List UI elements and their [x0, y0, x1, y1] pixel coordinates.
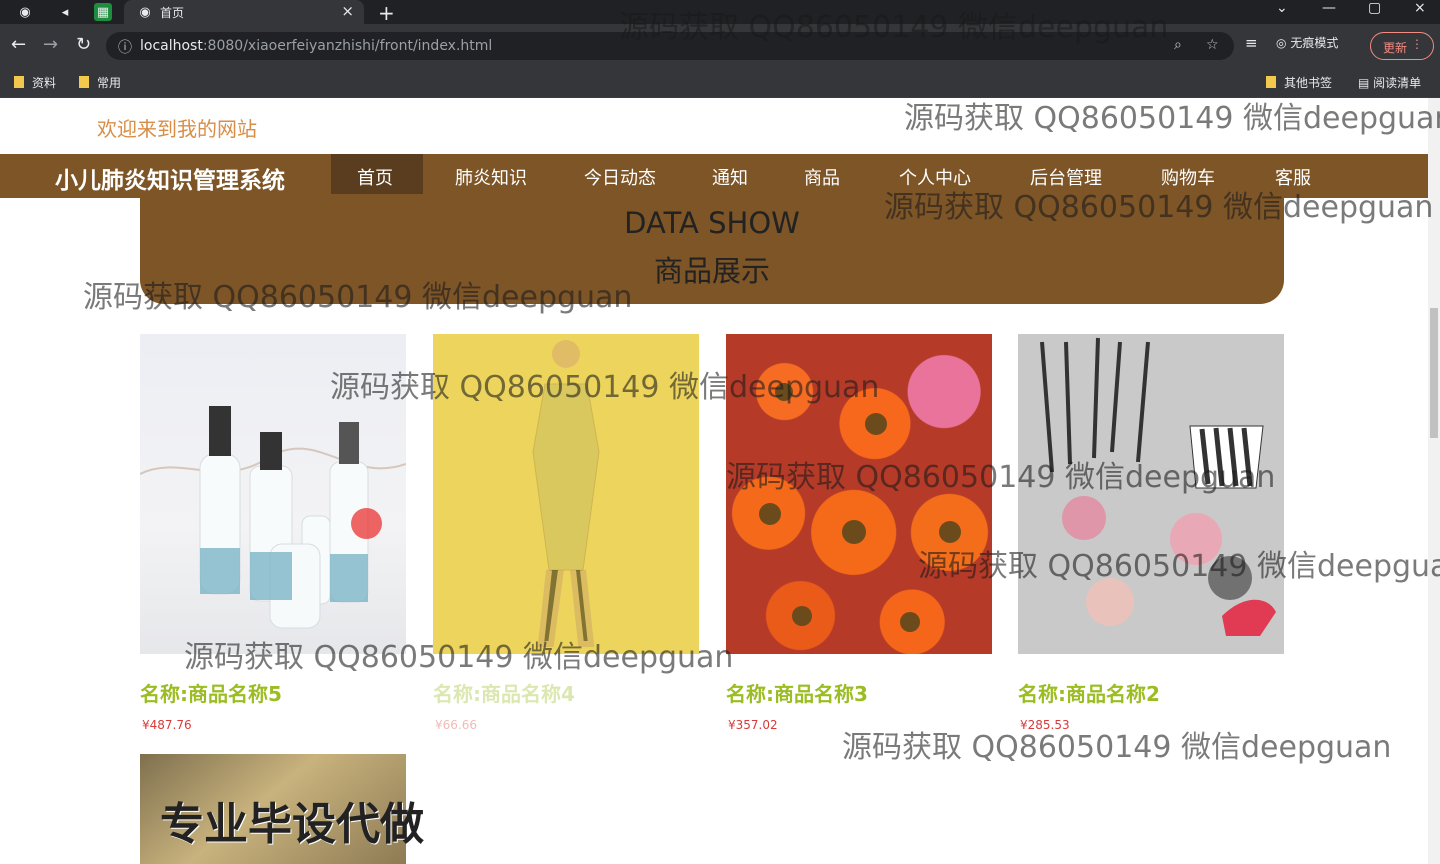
nav-pneumonia-knowledge[interactable]: 肺炎知识	[455, 164, 527, 190]
tab-title: 首页	[160, 6, 185, 20]
tab-search-icon[interactable]: ⌄	[1276, 0, 1288, 16]
welcome-message: 欢迎来到我的网站	[97, 117, 257, 141]
active-browser-tab[interactable]: ◉ 首页 ×	[124, 0, 364, 24]
product-image-bottles[interactable]	[140, 334, 406, 654]
more-menu-icon: ⋮	[1411, 37, 1423, 51]
new-tab-button[interactable]: +	[378, 1, 395, 25]
bookmark-folder-data[interactable]: 资料	[14, 74, 56, 91]
media-control-icon[interactable]: ≡	[1245, 34, 1258, 52]
nav-home[interactable]: 首页	[357, 164, 393, 190]
folder-icon	[14, 76, 24, 88]
nav-cart[interactable]: 购物车	[1161, 164, 1215, 190]
close-tab-icon[interactable]: ×	[341, 2, 354, 20]
browser-toolbar: ← → ↻ ⓘ localhost:8080/xiaoerfeiyanzhish…	[0, 24, 1440, 68]
english-section-title: DATA SHOW	[624, 206, 800, 240]
globe-icon[interactable]: ◉	[16, 3, 34, 21]
webpage: 欢迎来到我的网站 小儿肺炎知识管理系统 首页 肺炎知识 今日动态 通知 商品 个…	[0, 98, 1440, 864]
page-scrollbar[interactable]	[1428, 98, 1440, 864]
speaker-icon[interactable]: ◂	[56, 3, 74, 21]
nav-products[interactable]: 商品	[804, 164, 840, 190]
nav-admin[interactable]: 后台管理	[1030, 164, 1102, 190]
folder-icon	[79, 76, 89, 88]
product-section-heading: DATA SHOW 商品展示	[140, 194, 1284, 304]
orange-flower-image	[759, 383, 961, 632]
update-button[interactable]: 更新 ⋮	[1370, 32, 1434, 60]
reading-list[interactable]: ▤ 阅读清单	[1358, 74, 1421, 91]
incognito-profile[interactable]: ◎ 无痕模式	[1276, 34, 1338, 51]
other-bookmarks[interactable]: 其他书签	[1266, 74, 1332, 91]
zoom-icon[interactable]: ⌕	[1174, 37, 1182, 53]
product-name[interactable]: 名称:商品名称4	[433, 678, 575, 707]
incognito-icon: ◎	[1276, 36, 1287, 50]
product-name[interactable]: 名称:商品名称5	[140, 678, 282, 707]
minimize-icon[interactable]: —	[1322, 0, 1336, 16]
product-price: ¥487.76	[142, 718, 192, 732]
product-card[interactable]: 名称:商品名称2 ¥285.53	[1018, 334, 1284, 732]
globe-icon: ◉	[139, 4, 151, 20]
overlay-caption: 专业毕设代做	[160, 799, 424, 850]
url-text[interactable]: localhost:8080/xiaoerfeiyanzhishi/front/…	[140, 38, 492, 54]
product-card[interactable]: 名称:商品名称3 ¥357.02	[726, 334, 992, 732]
product-image-dress[interactable]	[433, 334, 699, 654]
reading-list-icon: ▤	[1358, 76, 1370, 90]
fashion-accessories-image	[1040, 337, 1276, 636]
product-image-flowers[interactable]	[726, 334, 992, 654]
site-info-icon[interactable]: ⓘ	[118, 37, 132, 57]
browser-tab-strip: ◉ ◂ ▦ ◉ 首页 × + ⌄ — ▢ ×	[0, 0, 1440, 25]
product-card[interactable]: 名称:商品名称4 ¥66.66	[433, 334, 699, 732]
product-image-fashion-accessories[interactable]	[1018, 334, 1284, 654]
forward-arrow-icon[interactable]: →	[43, 34, 58, 55]
chinese-section-title: 商品展示	[653, 254, 770, 288]
mouse-highlight	[351, 508, 382, 539]
bookmark-star-icon[interactable]: ☆	[1206, 37, 1219, 53]
nav-notices[interactable]: 通知	[712, 164, 748, 190]
product-card[interactable]: 名称:商品名称5 ¥487.76	[140, 334, 406, 732]
main-navigation: 小儿肺炎知识管理系统 首页 肺炎知识 今日动态 通知 商品 个人中心 后台管理 …	[0, 154, 1428, 198]
product-price: ¥357.02	[728, 718, 778, 732]
nav-personal-center[interactable]: 个人中心	[899, 164, 971, 190]
product-price: ¥285.53	[1020, 718, 1070, 732]
site-title[interactable]: 小儿肺炎知识管理系统	[55, 161, 285, 195]
address-bar[interactable]: ⓘ localhost:8080/xiaoerfeiyanzhishi/fron…	[106, 32, 1234, 60]
nav-customer-service[interactable]: 客服	[1275, 164, 1311, 190]
nav-today-news[interactable]: 今日动态	[584, 164, 656, 190]
close-window-icon[interactable]: ×	[1414, 0, 1426, 16]
restore-icon[interactable]: ▢	[1368, 0, 1381, 16]
product-name[interactable]: 名称:商品名称2	[1018, 678, 1160, 707]
scrollbar-thumb[interactable]	[1430, 308, 1438, 438]
bookmark-folder-common[interactable]: 常用	[79, 74, 121, 91]
product-name[interactable]: 名称:商品名称3	[726, 678, 868, 707]
cosmetic-bottles-image	[140, 406, 406, 629]
refresh-icon[interactable]: ↻	[76, 34, 91, 55]
dress-model-image	[532, 340, 600, 647]
spreadsheet-icon[interactable]: ▦	[94, 3, 112, 21]
product-price: ¥66.66	[435, 718, 477, 732]
back-arrow-icon[interactable]: ←	[11, 34, 26, 55]
folder-icon	[1266, 76, 1276, 88]
bookmarks-bar: 资料 常用 其他书签 ▤ 阅读清单	[0, 68, 1440, 98]
